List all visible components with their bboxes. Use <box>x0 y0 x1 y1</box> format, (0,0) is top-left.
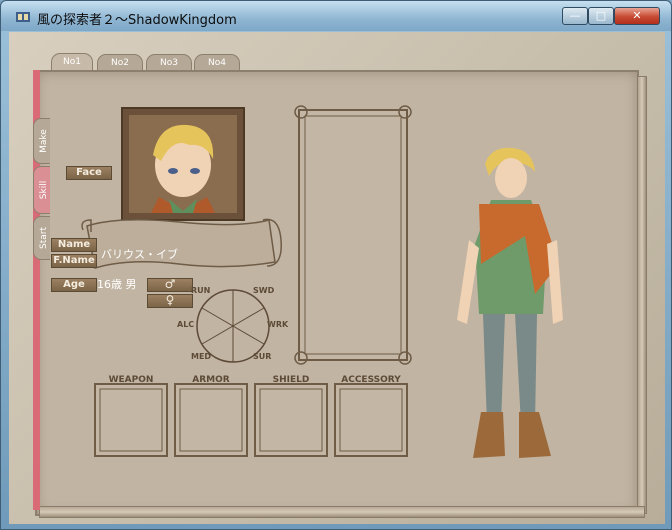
stat-wrk: WRK <box>267 320 289 329</box>
book-edge-bottom <box>39 506 645 518</box>
fname-label[interactable]: F.Name <box>51 254 97 268</box>
tab-make[interactable]: Make <box>33 118 50 164</box>
face-button[interactable]: Face <box>66 166 112 180</box>
armor-slot[interactable] <box>173 382 249 458</box>
game-client: No1 No2 No3 No4 Make Skill Start Face Na… <box>9 32 665 524</box>
window-title: 風の探索者２～ShadowKingdom <box>37 13 237 28</box>
app-window: 風の探索者２～ShadowKingdom — □ ✕ No1 No2 No3 N… <box>0 0 672 530</box>
character-age: 16歳 男 <box>97 278 137 291</box>
stat-med: MED <box>191 352 212 361</box>
stat-run: RUN <box>191 286 211 295</box>
age-label[interactable]: Age <box>51 278 97 292</box>
tab-start-label: Start <box>39 227 49 249</box>
character-name: バリウス・イブ <box>101 248 178 261</box>
character-portrait <box>129 115 237 213</box>
tab-skill[interactable]: Skill <box>33 166 50 214</box>
accessory-slot[interactable] <box>333 382 409 458</box>
shield-slot[interactable] <box>253 382 329 458</box>
female-button[interactable]: ♀ <box>147 294 193 308</box>
minimize-button[interactable]: — <box>562 7 588 25</box>
tab-start[interactable]: Start <box>33 216 50 260</box>
close-button[interactable]: ✕ <box>614 7 660 25</box>
male-button[interactable]: ♂ <box>147 278 193 292</box>
name-label[interactable]: Name <box>51 238 97 252</box>
stat-sur: SUR <box>253 352 272 361</box>
weapon-slot[interactable] <box>93 382 169 458</box>
maximize-button[interactable]: □ <box>588 7 614 25</box>
stat-swd: SWD <box>253 286 275 295</box>
stat-alc: ALC <box>177 320 195 329</box>
book-edge <box>637 76 647 514</box>
title-bar[interactable]: 風の探索者２～ShadowKingdom — □ ✕ <box>1 1 671 31</box>
info-frame <box>294 105 412 365</box>
name-scroll <box>81 218 282 269</box>
app-icon <box>16 12 30 22</box>
portrait-frame <box>121 107 245 221</box>
character-figure <box>457 147 563 458</box>
portrait-image <box>129 115 237 213</box>
